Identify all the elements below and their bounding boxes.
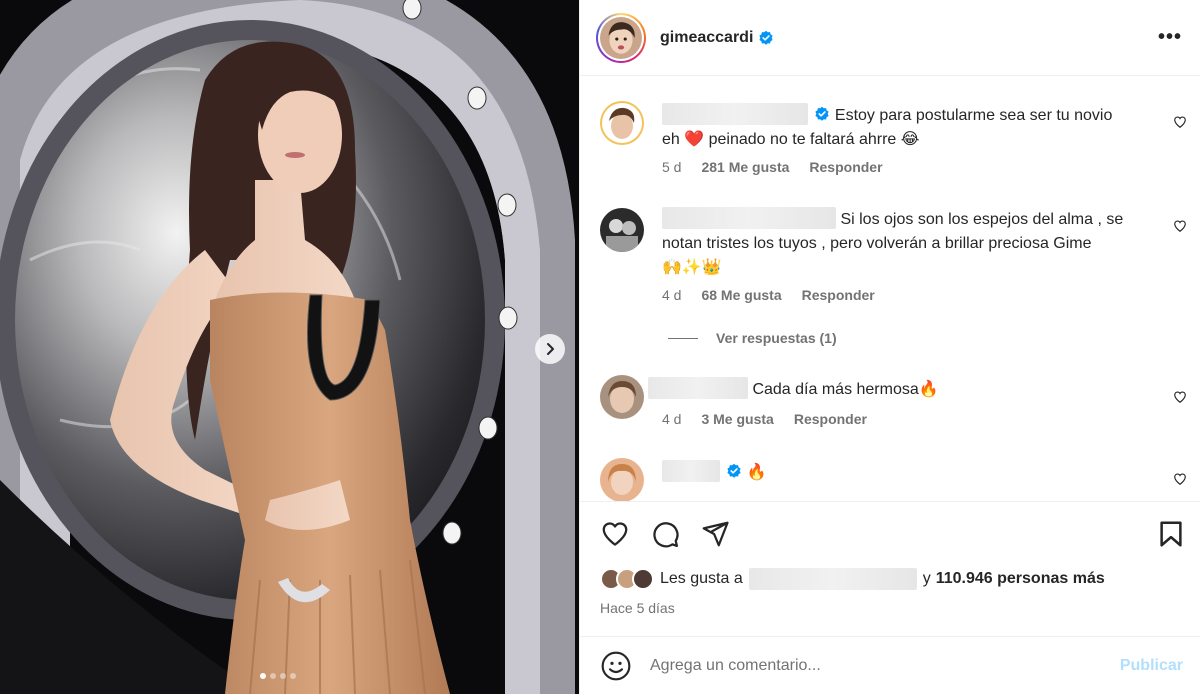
comment-likes[interactable]: 68 Me gusta <box>701 287 781 303</box>
emoji-smiley-icon[interactable] <box>600 650 632 682</box>
liker-avatar <box>632 568 654 590</box>
carousel-dot <box>290 673 296 679</box>
comment-text: Si los ojos son los espejos del alma , s… <box>662 207 1142 280</box>
redacted-username <box>662 103 808 125</box>
carousel-indicators <box>260 673 296 679</box>
comment-line: Si los ojos son los espejos del alma , s… <box>840 211 1124 228</box>
redacted-username <box>748 568 917 590</box>
carousel-dot <box>270 673 276 679</box>
comments-list[interactable]: Estoy para postularme sea ser tu novio e… <box>580 77 1200 501</box>
comment-time[interactable]: 4 d <box>662 287 681 303</box>
commenter-avatar[interactable] <box>600 101 644 145</box>
verified-badge-icon <box>759 30 773 45</box>
share-send-icon[interactable] <box>700 519 730 549</box>
like-comment-heart-icon[interactable] <box>1173 472 1187 486</box>
comment-line: 🔥 <box>746 464 767 481</box>
post-image <box>0 0 579 694</box>
post-side-panel: gimeaccardi ••• Estoy para postularme se… <box>579 0 1200 694</box>
comment-input[interactable] <box>650 656 1120 675</box>
comment-bubble-icon[interactable] <box>650 519 680 549</box>
post-timestamp[interactable]: Hace 5 días <box>600 600 675 616</box>
comment-line: Estoy para postularme sea ser tu novio <box>834 107 1113 124</box>
like-comment-heart-icon[interactable] <box>1173 115 1187 129</box>
chevron-right-icon <box>547 343 554 355</box>
commenter-avatar-image <box>600 101 644 145</box>
next-slide-button[interactable] <box>535 334 565 364</box>
post-photo[interactable] <box>0 0 579 694</box>
likes-summary[interactable]: Les gusta a y 110.946 personas más <box>600 568 1105 590</box>
commenter-avatar[interactable] <box>600 375 644 419</box>
like-comment-heart-icon[interactable] <box>1173 219 1187 233</box>
likes-count[interactable]: 110.946 personas más <box>936 570 1105 588</box>
comment-meta: 4 d 3 Me gusta Responder <box>662 411 867 427</box>
like-comment-heart-icon[interactable] <box>1173 390 1187 404</box>
comment-likes[interactable]: 3 Me gusta <box>701 411 773 427</box>
commenter-avatar[interactable] <box>600 458 644 501</box>
likers-avatars <box>600 568 654 590</box>
post-header: gimeaccardi ••• <box>580 0 1200 76</box>
likes-connector: y <box>922 570 931 587</box>
comment-meta: 4 d 68 Me gusta Responder <box>662 287 875 303</box>
save-bookmark-icon[interactable] <box>1156 519 1186 549</box>
carousel-dot <box>280 673 286 679</box>
view-replies-label: Ver respuestas (1) <box>716 330 837 346</box>
carousel-dot <box>260 673 266 679</box>
author-avatar[interactable] <box>596 12 646 63</box>
comment-text: 🔥 <box>662 460 1142 485</box>
view-replies-divider <box>668 337 698 339</box>
author-avatar-image <box>600 16 642 59</box>
reply-button[interactable]: Responder <box>809 159 882 175</box>
reply-button[interactable]: Responder <box>802 287 875 303</box>
commenter-avatar-image <box>600 458 644 501</box>
author-username[interactable]: gimeaccardi <box>660 29 753 47</box>
redacted-username <box>648 377 748 399</box>
comment-time[interactable]: 5 d <box>662 159 681 175</box>
comment-meta: 5 d 281 Me gusta Responder <box>662 159 883 175</box>
reply-button[interactable]: Responder <box>794 411 867 427</box>
commenter-avatar-image <box>600 208 644 252</box>
comment-line: Cada día más hermosa🔥 <box>752 381 939 398</box>
commenter-avatar-image <box>600 375 644 419</box>
publish-button[interactable]: Publicar <box>1120 657 1183 675</box>
verified-badge-icon <box>727 463 742 478</box>
commenter-avatar[interactable] <box>600 208 644 252</box>
like-heart-icon[interactable] <box>600 519 630 549</box>
comment-text: Cada día más hermosa🔥 <box>648 377 1142 402</box>
comment-text: Estoy para postularme sea ser tu novio e… <box>662 103 1142 152</box>
redacted-username <box>662 460 720 482</box>
view-replies-button[interactable]: Ver respuestas (1) <box>668 330 837 346</box>
comment-line: notan tristes los tuyos , pero volverán … <box>662 235 1092 252</box>
comment-composer: Publicar <box>580 636 1200 694</box>
comment-line: eh ❤️ peinado no te faltará ahrre 😂 <box>662 131 920 148</box>
verified-badge-icon <box>815 106 830 121</box>
comment-line: 🙌✨👑 <box>662 259 722 276</box>
comment-likes[interactable]: 281 Me gusta <box>701 159 789 175</box>
redacted-username <box>662 207 836 229</box>
more-options-button[interactable]: ••• <box>1158 26 1182 49</box>
likes-prefix: Les gusta a <box>660 570 743 587</box>
comment-time[interactable]: 4 d <box>662 411 681 427</box>
